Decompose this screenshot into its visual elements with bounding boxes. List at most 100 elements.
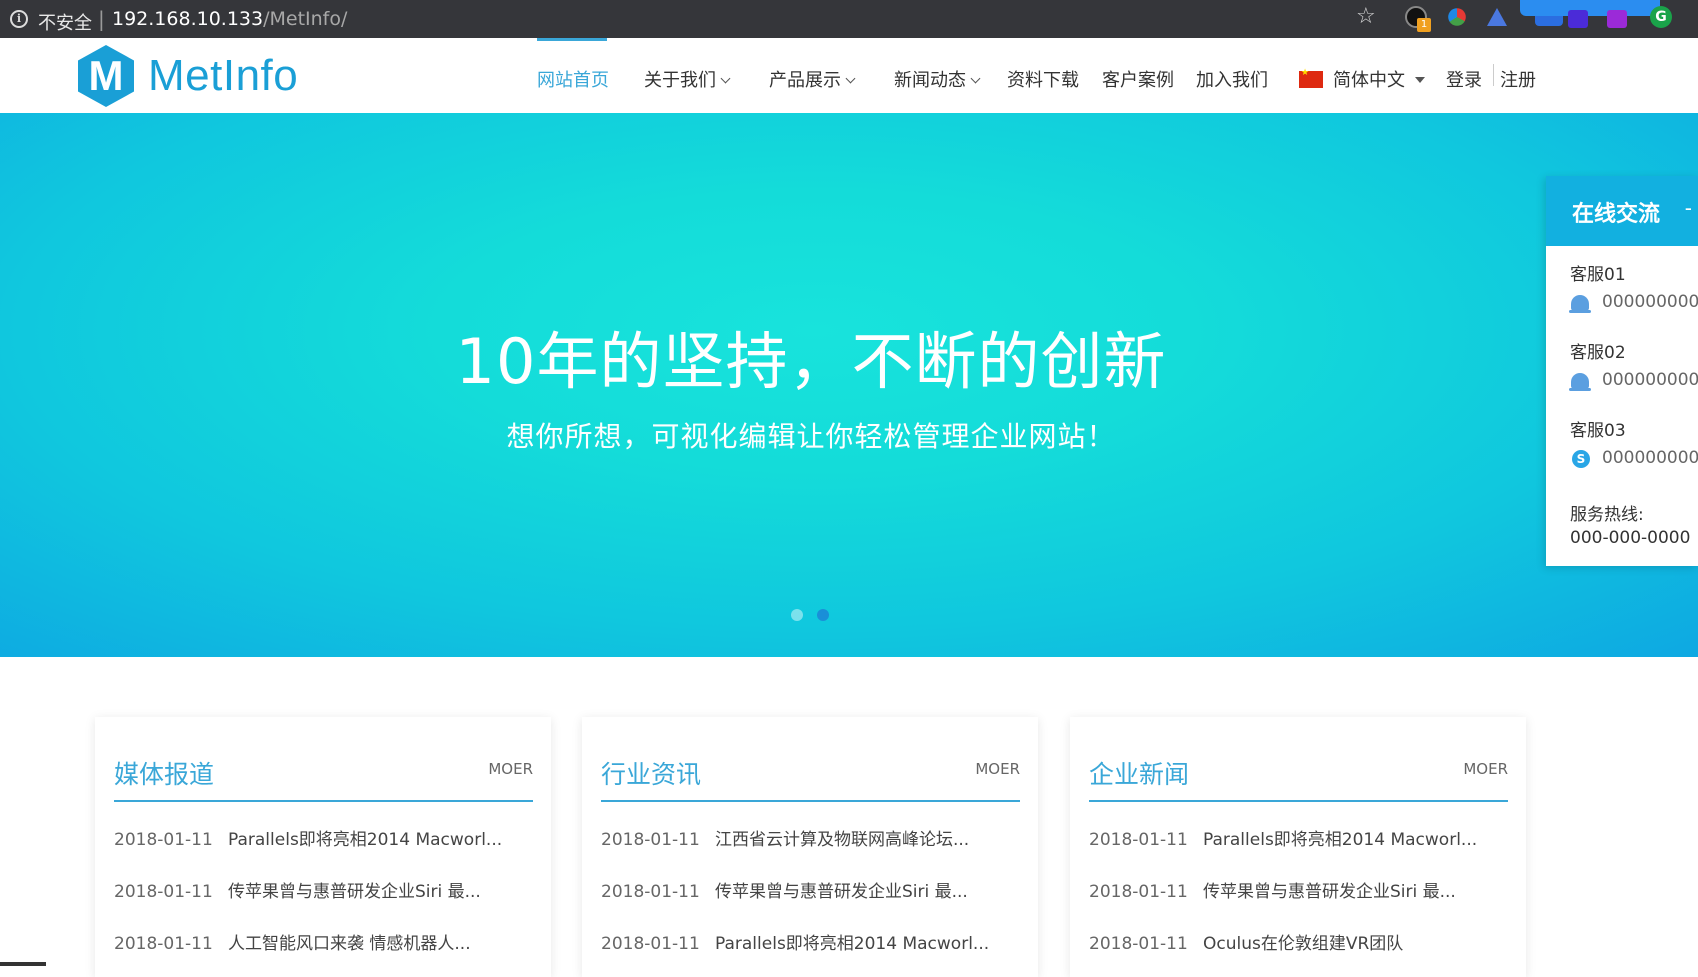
address-bar[interactable]: 192.168.10.133/MetInfo/ [112, 8, 347, 30]
agent-name: 客服01 [1570, 265, 1626, 285]
chat-title: 在线交流 [1572, 202, 1661, 227]
card-divider [601, 800, 1020, 802]
more-link[interactable]: MOER [1463, 760, 1508, 778]
news-title[interactable]: 人工智能风口来袭 情感机器人... [228, 934, 471, 954]
login-link[interactable]: 登录 [1446, 66, 1482, 92]
card-title[interactable]: 企业新闻 [1089, 755, 1189, 791]
slide-dot-2-active[interactable] [817, 609, 829, 621]
extension-icon[interactable]: 1 [1405, 6, 1431, 32]
news-card-industry: 行业资讯 MOER 2018-01-11 江西省云计算及物联网高峰论坛... 20… [582, 717, 1038, 977]
grammarly-icon[interactable]: G [1650, 6, 1672, 28]
news-item[interactable]: 2018-01-11 传苹果曾与惠普研发企业Siri 最... [114, 877, 533, 902]
news-item[interactable]: 2018-01-11 江西省云计算及物联网高峰论坛... [601, 825, 1020, 850]
language-label: 简体中文 [1333, 70, 1405, 91]
chevron-down-icon [845, 73, 856, 84]
more-link[interactable]: MOER [975, 760, 1020, 778]
news-item[interactable]: 2018-01-11 Parallels即将亮相2014 Macworl... [114, 825, 533, 850]
purple-extension-icon[interactable] [1568, 10, 1588, 28]
nav-label: 关于我们 [644, 70, 716, 91]
card-title[interactable]: 媒体报道 [114, 755, 214, 791]
browser-toolbar: i 不安全 | 192.168.10.133/MetInfo/ ☆ 1 G [0, 0, 1698, 38]
nav-item-about[interactable]: 关于我们 [644, 66, 731, 92]
news-item[interactable]: 2018-01-11 Parallels即将亮相2014 Macworl... [1089, 825, 1508, 850]
slide-dot-1[interactable] [791, 609, 803, 621]
news-date: 2018-01-11 [114, 882, 213, 902]
color-extension-icon[interactable] [1448, 8, 1466, 26]
nav-label: 产品展示 [769, 70, 841, 91]
violet-extension-icon[interactable] [1607, 10, 1627, 28]
security-label[interactable]: 不安全 [38, 9, 92, 35]
hotline-label: 服务热线: [1570, 505, 1644, 525]
more-link[interactable]: MOER [488, 760, 533, 778]
nav-item-cases[interactable]: 客户案例 [1102, 66, 1174, 92]
agent-number[interactable]: 000000000 [1602, 370, 1698, 390]
hero-banner[interactable]: 10年的坚持，不断的创新 想你所想，可视化编辑让你轻松管理企业网站！ [0, 113, 1698, 657]
news-item[interactable]: 2018-01-11 Parallels即将亮相2014 Macworl... [601, 929, 1020, 954]
card-divider [114, 800, 533, 802]
logo-hexagon-icon: M [78, 45, 134, 107]
skype-icon[interactable]: S [1572, 450, 1590, 468]
chat-header: 在线交流 - [1546, 176, 1698, 246]
news-item[interactable]: 2018-01-11 Oculus在伦敦组建VR团队 [1089, 929, 1508, 954]
news-date: 2018-01-11 [114, 830, 213, 850]
nav-item-news[interactable]: 新闻动态 [894, 66, 981, 92]
arrow-extension-icon[interactable] [1487, 8, 1507, 26]
logo-text: MetInfo [148, 51, 299, 100]
auth-divider [1493, 64, 1494, 86]
news-date: 2018-01-11 [601, 882, 700, 902]
chevron-down-icon [720, 73, 731, 84]
news-title[interactable]: Oculus在伦敦组建VR团队 [1203, 934, 1403, 954]
news-date: 2018-01-11 [114, 934, 213, 954]
news-date: 2018-01-11 [1089, 830, 1188, 850]
card-title[interactable]: 行业资讯 [601, 755, 701, 791]
info-icon[interactable]: i [10, 10, 28, 28]
news-item[interactable]: 2018-01-11 人工智能风口来袭 情感机器人... [114, 929, 533, 954]
news-card-company: 企业新闻 MOER 2018-01-11 Parallels即将亮相2014 Ma… [1070, 717, 1526, 977]
nav-label: 新闻动态 [894, 70, 966, 91]
agent-number[interactable]: 000000000 [1602, 448, 1698, 468]
china-flag-icon [1299, 68, 1323, 88]
news-date: 2018-01-11 [1089, 934, 1188, 954]
extension-badge: 1 [1417, 18, 1431, 32]
nav-item-join[interactable]: 加入我们 [1196, 66, 1268, 92]
news-title[interactable]: Parallels即将亮相2014 Macworl... [1203, 830, 1477, 850]
news-item[interactable]: 2018-01-11 传苹果曾与惠普研发企业Siri 最... [1089, 877, 1508, 902]
chevron-down-icon [970, 73, 981, 84]
news-title[interactable]: 传苹果曾与惠普研发企业Siri 最... [715, 882, 968, 902]
nav-active-indicator [537, 38, 607, 41]
bookmark-star-icon[interactable]: ☆ [1356, 4, 1376, 29]
agent-number[interactable]: 000000000 [1602, 292, 1698, 312]
hotline-number: 000-000-0000 [1570, 528, 1691, 548]
nav-item-products[interactable]: 产品展示 [769, 66, 856, 92]
banner-title: 10年的坚持，不断的创新 [455, 325, 1167, 398]
news-title[interactable]: 传苹果曾与惠普研发企业Siri 最... [1203, 882, 1456, 902]
news-title[interactable]: 江西省云计算及物联网高峰论坛... [715, 830, 969, 850]
language-selector[interactable]: 简体中文 [1299, 66, 1425, 92]
url-separator: | [98, 7, 105, 31]
qq-icon[interactable] [1569, 371, 1591, 391]
site-header: M MetInfo 网站首页 关于我们 产品展示 新闻动态 资料下载 客户案例 … [0, 38, 1698, 113]
agent-name: 客服02 [1570, 343, 1626, 363]
nav-item-home[interactable]: 网站首页 [537, 66, 609, 92]
news-date: 2018-01-11 [601, 934, 700, 954]
site-logo[interactable]: M MetInfo [78, 44, 298, 108]
news-title[interactable]: Parallels即将亮相2014 Macworl... [715, 934, 989, 954]
news-card-media: 媒体报道 MOER 2018-01-11 Parallels即将亮相2014 Ma… [95, 717, 551, 977]
chat-minimize-button[interactable]: - [1685, 196, 1692, 220]
url-host: 192.168.10.133 [112, 8, 264, 30]
register-link[interactable]: 注册 [1500, 66, 1536, 92]
news-item[interactable]: 2018-01-11 传苹果曾与惠普研发企业Siri 最... [601, 877, 1020, 902]
news-title[interactable]: 传苹果曾与惠普研发企业Siri 最... [228, 882, 481, 902]
card-divider [1089, 800, 1508, 802]
qq-icon[interactable] [1569, 293, 1591, 313]
nav-item-downloads[interactable]: 资料下载 [1007, 66, 1079, 92]
agent-name: 客服03 [1570, 421, 1626, 441]
page-edge-marker [0, 962, 46, 966]
online-chat-panel: 在线交流 - 客服01 000000000 客服02 000000000 客服0… [1546, 176, 1698, 566]
news-date: 2018-01-11 [1089, 882, 1188, 902]
url-path: /MetInfo/ [263, 8, 348, 30]
news-title[interactable]: Parallels即将亮相2014 Macworl... [228, 830, 502, 850]
upload-extension-tab[interactable] [1520, 0, 1660, 16]
banner-subtitle: 想你所想，可视化编辑让你轻松管理企业网站！ [506, 420, 1116, 453]
caret-down-icon [1415, 77, 1425, 83]
